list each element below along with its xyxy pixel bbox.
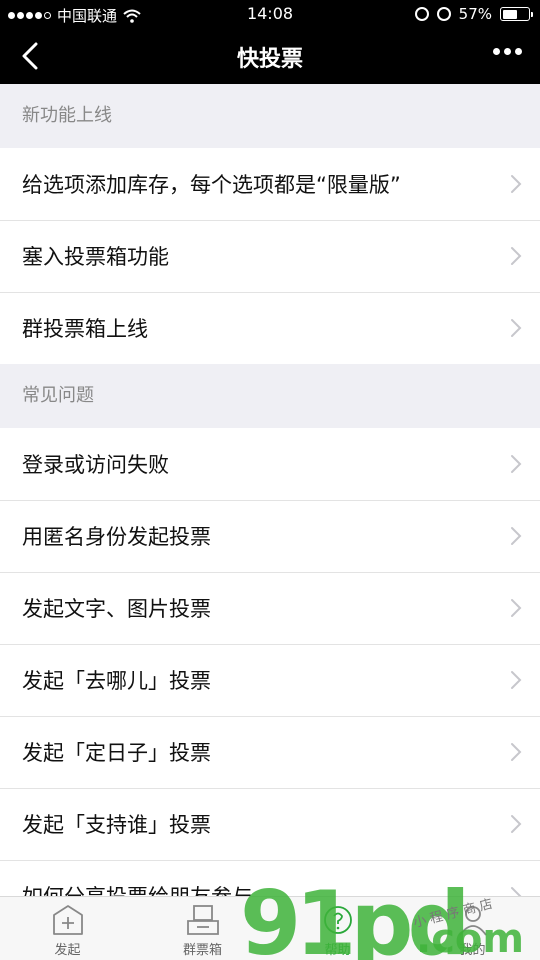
tab-help[interactable]: 帮助 <box>270 897 405 960</box>
chevron-right-icon <box>511 175 522 193</box>
person-icon <box>458 906 487 936</box>
page-title: 快投票 <box>236 47 303 72</box>
chevron-right-icon <box>511 743 522 761</box>
tab-label: 发起 <box>54 943 81 958</box>
chevron-left-icon <box>22 42 38 70</box>
tab-label: 帮助 <box>324 943 351 958</box>
back-button[interactable] <box>14 40 46 72</box>
chevron-right-icon <box>511 599 522 617</box>
list-item-label: 发起「去哪儿」投票 <box>22 669 211 693</box>
list-item[interactable]: 发起文字、图片投票 <box>0 572 540 644</box>
more-button[interactable] <box>493 48 522 55</box>
tab-mine[interactable]: 我的 <box>405 897 540 960</box>
list-item[interactable]: 塞入投票箱功能 <box>0 220 540 292</box>
list-item-label: 登录或访问失败 <box>22 453 169 477</box>
tab-create[interactable]: 发起 <box>0 897 135 960</box>
section-header-faq: 常见问题 <box>0 364 540 428</box>
ballot-box-icon <box>186 905 219 935</box>
list-item-label: 发起「支持谁」投票 <box>22 813 211 837</box>
status-right: 57% <box>414 5 533 23</box>
content: 新功能上线 给选项添加库存，每个选项都是“限量版” 塞入投票箱功能 群投票箱上线… <box>0 84 540 896</box>
list-item[interactable]: 发起「去哪儿」投票 <box>0 644 540 716</box>
rotation-lock-icon <box>414 7 429 21</box>
battery-icon <box>500 7 533 21</box>
chevron-right-icon <box>511 815 522 833</box>
tab-label: 我的 <box>459 943 486 958</box>
chevron-right-icon <box>511 887 522 896</box>
list-item[interactable]: 发起「定日子」投票 <box>0 716 540 788</box>
alarm-icon <box>436 7 451 21</box>
list-item[interactable]: 用匿名身份发起投票 <box>0 500 540 572</box>
list-item-label: 塞入投票箱功能 <box>22 245 169 269</box>
plus-box-icon <box>52 905 83 935</box>
tab-label: 群票箱 <box>182 943 222 958</box>
chevron-right-icon <box>511 319 522 337</box>
list-item-label: 发起文字、图片投票 <box>22 597 211 621</box>
list-item-label: 群投票箱上线 <box>22 317 148 341</box>
list-faq: 登录或访问失败 用匿名身份发起投票 发起文字、图片投票 发起「去哪儿」投票 发起… <box>0 428 540 896</box>
status-bar: 中国联通 14:08 57% <box>0 0 540 28</box>
list-item[interactable]: 如何分享投票给朋友参与 <box>0 860 540 896</box>
section-header-new-features: 新功能上线 <box>0 84 540 148</box>
chevron-right-icon <box>511 455 522 473</box>
list-item-label: 如何分享投票给朋友参与 <box>22 881 253 896</box>
tab-group-ballot[interactable]: 群票箱 <box>135 897 270 960</box>
chevron-right-icon <box>511 247 522 265</box>
list-item[interactable]: 发起「支持谁」投票 <box>0 788 540 860</box>
list-item[interactable]: 给选项添加库存，每个选项都是“限量版” <box>0 148 540 220</box>
help-icon <box>323 906 352 934</box>
list-item-label: 用匿名身份发起投票 <box>22 525 211 549</box>
chevron-right-icon <box>511 527 522 545</box>
battery-percent: 57% <box>458 5 492 23</box>
more-dots-icon <box>493 48 500 55</box>
list-item-label: 给选项添加库存，每个选项都是“限量版” <box>22 173 401 197</box>
list-item-label: 发起「定日子」投票 <box>22 741 211 765</box>
nav-bar: 快投票 <box>0 28 540 84</box>
list-new-features: 给选项添加库存，每个选项都是“限量版” 塞入投票箱功能 群投票箱上线 <box>0 148 540 364</box>
tab-bar: 发起 群票箱 帮助 我的 <box>0 896 540 960</box>
list-item[interactable]: 群投票箱上线 <box>0 292 540 364</box>
chevron-right-icon <box>511 671 522 689</box>
list-item[interactable]: 登录或访问失败 <box>0 428 540 500</box>
